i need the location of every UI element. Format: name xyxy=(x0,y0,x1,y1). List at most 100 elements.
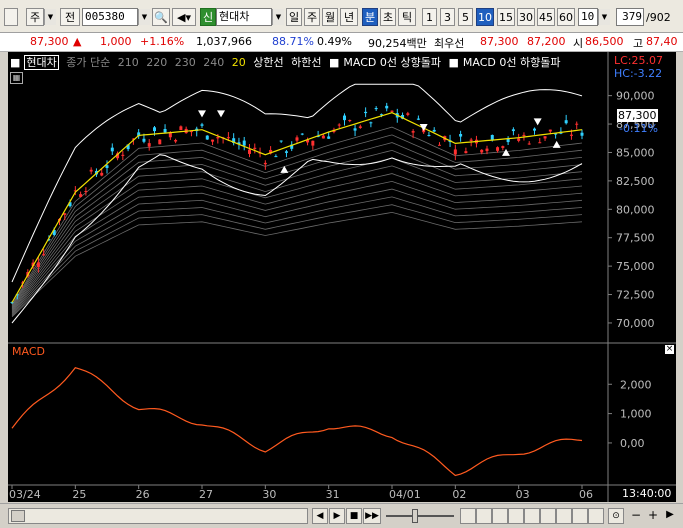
checkbox[interactable] xyxy=(4,8,18,26)
tool-icon[interactable] xyxy=(540,508,556,524)
zoom-slider-thumb[interactable] xyxy=(412,509,418,523)
long-ma-line xyxy=(11,142,583,308)
arrow-down-icon xyxy=(198,110,206,118)
chevron-down-icon[interactable]: ▼ xyxy=(44,9,56,25)
legend-macd-down: MACD 0선 하향돌파 xyxy=(462,56,561,69)
minute-5[interactable]: 5 xyxy=(458,8,473,26)
legend-square-icon: ■ xyxy=(10,56,21,69)
moving-average-fan xyxy=(11,126,583,318)
chevron-down-icon[interactable]: ▼ xyxy=(272,9,284,25)
period-day[interactable]: 일 xyxy=(286,8,302,26)
candle-body xyxy=(226,137,230,139)
macd-y-tick-label: 0,00 xyxy=(620,437,645,450)
scroll-thumb[interactable] xyxy=(11,510,25,522)
minute-60[interactable]: 60 xyxy=(557,8,575,26)
close-icon[interactable]: × xyxy=(665,345,674,354)
candle-body xyxy=(174,140,178,142)
long-ma-line xyxy=(11,188,583,314)
speaker-icon[interactable]: ◀▾ xyxy=(172,8,196,26)
candle-body xyxy=(411,131,415,133)
minute-3[interactable]: 3 xyxy=(440,8,455,26)
candle-body xyxy=(248,149,251,154)
y-tick-label: 80,000 xyxy=(616,203,655,216)
candle-body xyxy=(263,162,267,165)
period-minute[interactable]: 분 xyxy=(362,8,378,26)
stock-name-input[interactable]: 현대차 xyxy=(216,8,272,26)
next-icon[interactable]: ▶ xyxy=(329,508,345,524)
minute-30[interactable]: 30 xyxy=(517,8,535,26)
tool-icon[interactable] xyxy=(588,508,604,524)
chart-area[interactable]: 70,000 72,500 75,000 77,500 80,000 82,500 85,0… xyxy=(8,52,676,502)
legend-ma-210: 210 xyxy=(117,56,139,69)
y-tick-label: 72,500 xyxy=(616,289,655,302)
period-week[interactable]: 주 xyxy=(304,8,320,26)
bid-price: 87,200 xyxy=(527,35,566,48)
candle-body xyxy=(168,132,172,138)
long-ma-line xyxy=(11,196,583,315)
period-tick[interactable]: 틱 xyxy=(398,8,416,26)
y-tick-label: 90,000 xyxy=(616,90,655,103)
legend-macd-down-icon: ■ xyxy=(448,56,459,69)
x-tick-label: 06 xyxy=(579,488,593,501)
legend-ma-type: 종가 단순 xyxy=(66,56,111,69)
stop-icon[interactable]: ■ xyxy=(346,508,362,524)
prev-icon[interactable]: ◀ xyxy=(312,508,328,524)
high-price: 87,40 xyxy=(646,35,678,48)
tool-icon[interactable] xyxy=(476,508,492,524)
code-input[interactable]: 005380 xyxy=(82,8,138,26)
zoom-slider[interactable] xyxy=(386,515,454,517)
prev-button[interactable]: 전 xyxy=(60,8,80,26)
candle-body xyxy=(527,143,531,145)
period-second[interactable]: 초 xyxy=(380,8,396,26)
arrow-down-icon xyxy=(217,110,225,118)
candle-body xyxy=(279,140,283,142)
zoom-out-icon[interactable]: − xyxy=(628,508,644,524)
search-icon[interactable]: 🔍 xyxy=(152,8,170,26)
candle-body xyxy=(321,135,325,139)
interval-input[interactable]: 10 xyxy=(578,8,598,26)
grid-toggle-icon[interactable]: ▦ xyxy=(10,72,23,84)
legend-stock-name[interactable]: 현대차 xyxy=(24,55,59,70)
candle-body xyxy=(153,127,156,132)
candle-body xyxy=(427,135,431,137)
count-input[interactable]: 379 xyxy=(616,8,644,26)
tool-icon[interactable] xyxy=(492,508,508,524)
chevron-down-icon[interactable]: ▼ xyxy=(598,9,610,25)
candle-body xyxy=(200,124,204,126)
chart-legend: ■ 현대차 종가 단순 210 220 230 240 20 상한선 하한선 ■ M… xyxy=(10,54,564,70)
macd-label: MACD xyxy=(12,345,45,358)
chevron-down-icon[interactable]: ▼ xyxy=(138,9,150,25)
tool-icon[interactable] xyxy=(460,508,476,524)
candle-body xyxy=(211,139,215,142)
minute-10[interactable]: 10 xyxy=(476,8,494,26)
arrow-up-icon xyxy=(552,140,561,148)
candle-body xyxy=(147,143,151,147)
candle-body xyxy=(179,126,183,131)
legend-ma-240: 240 xyxy=(203,56,225,69)
candle-body xyxy=(89,169,93,172)
candle-body xyxy=(406,113,410,115)
candle-body xyxy=(100,172,104,176)
open-label: 시 xyxy=(573,37,584,50)
candle-body xyxy=(564,120,568,124)
minute-15[interactable]: 15 xyxy=(497,8,515,26)
tool-icon[interactable] xyxy=(556,508,572,524)
scroll-right-icon[interactable]: ▶ xyxy=(662,508,678,524)
period-month[interactable]: 월 xyxy=(322,8,338,26)
candlesticks xyxy=(10,102,584,305)
scrollbar[interactable] xyxy=(8,508,308,524)
tool-icon[interactable] xyxy=(508,508,524,524)
fast-forward-icon[interactable]: ▶▶ xyxy=(363,508,381,524)
tool-icon[interactable] xyxy=(572,508,588,524)
minute-1[interactable]: 1 xyxy=(422,8,437,26)
magnifier-icon[interactable]: ⊙ xyxy=(608,508,624,524)
zoom-in-icon[interactable]: + xyxy=(645,508,661,524)
tool-icon[interactable] xyxy=(524,508,540,524)
minute-45[interactable]: 45 xyxy=(537,8,555,26)
candle-body xyxy=(121,154,125,156)
candle-body xyxy=(548,129,552,132)
price-chart[interactable]: 70,000 72,500 75,000 77,500 80,000 82,500 85,0… xyxy=(8,52,676,502)
market-select[interactable]: 주 xyxy=(26,8,44,26)
period-year[interactable]: 년 xyxy=(340,8,358,26)
hc-value: HC:-3.22 xyxy=(614,67,663,80)
